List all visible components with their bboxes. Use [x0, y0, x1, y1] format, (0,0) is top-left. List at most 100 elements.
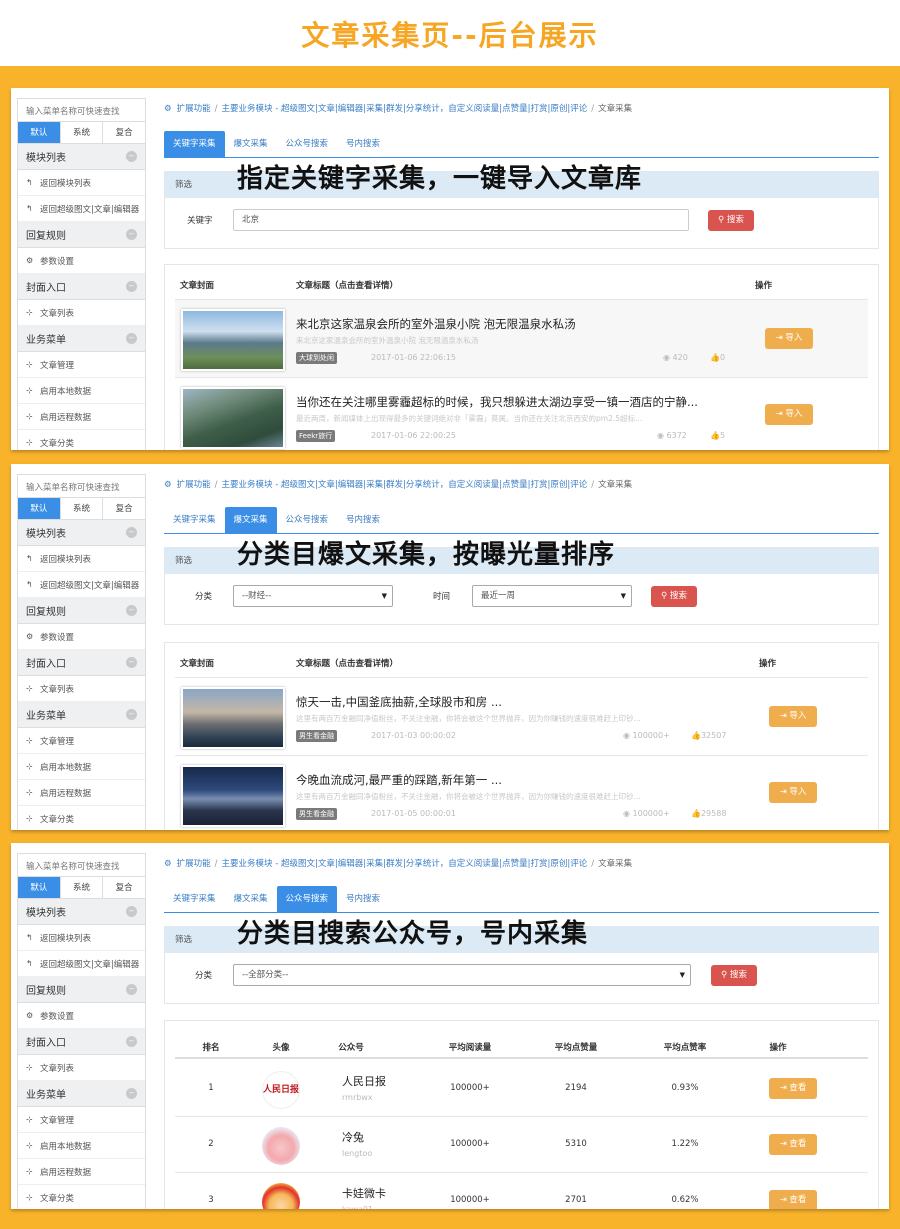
category-select[interactable]: --全部分类-- ▼ — [233, 964, 691, 986]
collapse-icon[interactable]: − — [126, 1088, 137, 1099]
keyword-input[interactable]: 北京 — [233, 209, 689, 231]
sidebar-item-article-category[interactable]: ⊹ 文章分类 — [18, 806, 145, 830]
tab-inner-search[interactable]: 号内搜索 — [337, 131, 389, 157]
sidebar-item-settings[interactable]: ⚙ 参数设置 — [18, 624, 145, 650]
sidebar-item-article-manage[interactable]: ⊹ 文章管理 — [18, 728, 145, 754]
sidebar-item-remote-data[interactable]: ⊹ 启用远程数据 — [18, 404, 145, 430]
sidebar-item-article-list[interactable]: ⊹ 文章列表 — [18, 300, 145, 326]
collapse-icon[interactable]: − — [126, 151, 137, 162]
sidebar-group-cover[interactable]: 封面入口 − — [18, 274, 145, 300]
sidebar-tab-system[interactable]: 系统 — [61, 498, 104, 519]
sidebar-tab-default[interactable]: 默认 — [18, 877, 61, 898]
sidebar-tab-system[interactable]: 系统 — [61, 122, 104, 143]
article-cover[interactable] — [181, 309, 285, 371]
collapse-icon[interactable]: − — [126, 605, 137, 616]
import-button[interactable]: ⇥ 导入 — [765, 404, 813, 425]
sidebar-item-back-modules[interactable]: ↰ 返回模块列表 — [18, 170, 145, 196]
sidebar-item-back-modules[interactable]: ↰ 返回模块列表 — [18, 925, 145, 951]
sidebar-group-modules[interactable]: 模块列表 − — [18, 899, 145, 925]
collapse-icon[interactable]: − — [126, 709, 137, 720]
sidebar-group-business[interactable]: 业务菜单 − — [18, 702, 145, 728]
sidebar-item-article-category[interactable]: ⊹ 文章分类 — [18, 1185, 145, 1209]
import-button[interactable]: ⇥ 导入 — [765, 328, 813, 349]
collapse-icon[interactable]: − — [126, 281, 137, 292]
account-name[interactable]: 冷兔 — [342, 1129, 364, 1145]
sidebar-item-article-category[interactable]: ⊹ 文章分类 — [18, 430, 145, 450]
article-cover[interactable] — [181, 687, 285, 749]
sidebar-item-article-list[interactable]: ⊹ 文章列表 — [18, 1055, 145, 1081]
tab-account-search[interactable]: 公众号搜索 — [276, 886, 338, 912]
sidebar-group-rules[interactable]: 回复规则 − — [18, 598, 145, 624]
sidebar-group-rules[interactable]: 回复规则 − — [18, 977, 145, 1003]
sidebar-tab-default[interactable]: 默认 — [18, 498, 61, 519]
time-select[interactable]: 最近一周 ▼ — [472, 585, 632, 607]
article-title[interactable]: 今晚血流成河,最严重的踩踏,新年第一 ... — [296, 772, 502, 788]
sidebar-group-business[interactable]: 业务菜单 − — [18, 326, 145, 352]
breadcrumb-item[interactable]: 扩展功能 — [177, 480, 211, 490]
collapse-icon[interactable]: − — [126, 229, 137, 240]
sidebar-item-article-manage[interactable]: ⊹ 文章管理 — [18, 352, 145, 378]
sidebar-item-back-super[interactable]: ↰ 返回超级图文|文章|编辑器 — [18, 951, 145, 977]
sidebar-group-business[interactable]: 业务菜单 − — [18, 1081, 145, 1107]
sidebar-item-article-list[interactable]: ⊹ 文章列表 — [18, 676, 145, 702]
menu-search-input[interactable]: 输入菜单名称可快速查找 — [18, 854, 145, 877]
article-title[interactable]: 来北京这家温泉会所的室外温泉小院 泡无限温泉水私汤 — [296, 316, 576, 332]
breadcrumb-item[interactable]: 扩展功能 — [177, 104, 211, 114]
search-button[interactable]: ⚲ 搜索 — [711, 965, 757, 986]
sidebar-item-article-manage[interactable]: ⊹ 文章管理 — [18, 1107, 145, 1133]
breadcrumb-item[interactable]: 主要业务模块 - 超级图文|文章|编辑器|采集|群发|分享统计，自定义阅读量|点… — [222, 480, 588, 490]
category-select[interactable]: --财经-- ▼ — [233, 585, 393, 607]
view-button[interactable]: ⇥ 查看 — [769, 1078, 817, 1099]
article-cover[interactable] — [181, 765, 285, 827]
article-title[interactable]: 当你还在关注哪里雾霾超标的时候，我只想躲进太湖边享受一镇一酒店的宁静... — [296, 394, 698, 410]
sidebar-group-rules[interactable]: 回复规则 − — [18, 222, 145, 248]
breadcrumb-item[interactable]: 扩展功能 — [177, 859, 211, 869]
account-name[interactable]: 卡娃微卡 — [342, 1185, 386, 1201]
collapse-icon[interactable]: − — [126, 1036, 137, 1047]
sidebar-item-local-data[interactable]: ⊹ 启用本地数据 — [18, 378, 145, 404]
menu-search-input[interactable]: 输入菜单名称可快速查找 — [18, 475, 145, 498]
tab-account-search[interactable]: 公众号搜索 — [277, 507, 338, 533]
search-button[interactable]: ⚲ 搜索 — [708, 210, 754, 231]
account-name[interactable]: 人民日报 — [342, 1073, 386, 1089]
menu-search-input[interactable]: 输入菜单名称可快速查找 — [18, 99, 145, 122]
tab-hot-collect[interactable]: 爆文采集 — [225, 886, 277, 912]
article-cover[interactable] — [181, 387, 285, 449]
tab-account-search[interactable]: 公众号搜索 — [277, 131, 338, 157]
import-button[interactable]: ⇥ 导入 — [769, 782, 817, 803]
sidebar-item-settings[interactable]: ⚙ 参数设置 — [18, 1003, 145, 1029]
sidebar-tab-composite[interactable]: 复合 — [103, 498, 145, 519]
collapse-icon[interactable]: − — [126, 984, 137, 995]
sidebar-group-modules[interactable]: 模块列表 − — [18, 520, 145, 546]
sidebar-item-remote-data[interactable]: ⊹ 启用远程数据 — [18, 1159, 145, 1185]
tab-hot-collect[interactable]: 爆文采集 — [225, 131, 277, 157]
tab-inner-search[interactable]: 号内搜索 — [337, 886, 389, 912]
sidebar-item-back-modules[interactable]: ↰ 返回模块列表 — [18, 546, 145, 572]
sidebar-item-remote-data[interactable]: ⊹ 启用远程数据 — [18, 780, 145, 806]
sidebar-item-back-super[interactable]: ↰ 返回超级图文|文章|编辑器 — [18, 196, 145, 222]
tab-hot-collect[interactable]: 爆文采集 — [224, 507, 277, 533]
collapse-icon[interactable]: − — [126, 527, 137, 538]
tab-keyword-collect[interactable]: 关键字采集 — [164, 507, 225, 533]
breadcrumb-item[interactable]: 主要业务模块 - 超级图文|文章|编辑器|采集|群发|分享统计，自定义阅读量|点… — [222, 104, 588, 114]
tab-keyword-collect[interactable]: 关键字采集 — [164, 131, 225, 157]
import-button[interactable]: ⇥ 导入 — [769, 706, 817, 727]
tab-inner-search[interactable]: 号内搜索 — [337, 507, 389, 533]
collapse-icon[interactable]: − — [126, 333, 137, 344]
collapse-icon[interactable]: − — [126, 906, 137, 917]
sidebar-item-back-super[interactable]: ↰ 返回超级图文|文章|编辑器 — [18, 572, 145, 598]
article-title[interactable]: 惊天一击,中国釜底抽薪,全球股市和房 ... — [296, 694, 502, 710]
breadcrumb-item[interactable]: 主要业务模块 - 超级图文|文章|编辑器|采集|群发|分享统计，自定义阅读量|点… — [222, 859, 588, 869]
view-button[interactable]: ⇥ 查看 — [769, 1134, 817, 1155]
search-button[interactable]: ⚲ 搜索 — [651, 586, 697, 607]
sidebar-group-cover[interactable]: 封面入口 − — [18, 1029, 145, 1055]
sidebar-tab-system[interactable]: 系统 — [61, 877, 104, 898]
sidebar-tab-composite[interactable]: 复合 — [103, 122, 145, 143]
sidebar-item-settings[interactable]: ⚙ 参数设置 — [18, 248, 145, 274]
sidebar-group-cover[interactable]: 封面入口 − — [18, 650, 145, 676]
sidebar-tab-default[interactable]: 默认 — [18, 122, 61, 143]
sidebar-item-local-data[interactable]: ⊹ 启用本地数据 — [18, 754, 145, 780]
sidebar-group-modules[interactable]: 模块列表 − — [18, 144, 145, 170]
view-button[interactable]: ⇥ 查看 — [769, 1190, 817, 1209]
tab-keyword-collect[interactable]: 关键字采集 — [164, 886, 225, 912]
